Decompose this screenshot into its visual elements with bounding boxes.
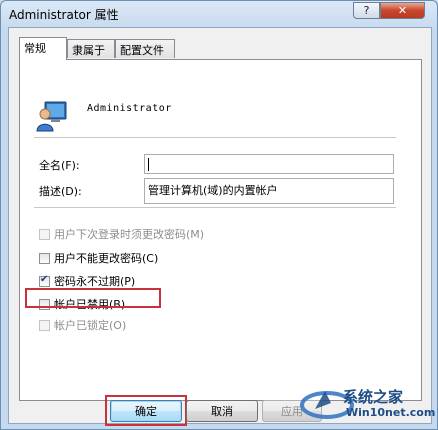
checkbox-label: 密码永不过期(P): [54, 275, 136, 288]
properties-dialog: Administrator 属性 ? ✕ 常规 隶属于 配置文件 Adminis…: [0, 0, 438, 430]
tab-profile[interactable]: 配置文件: [115, 39, 175, 58]
dialog-client-area: 常规 隶属于 配置文件 Administrator 全名(F): 描述(D): …: [8, 27, 432, 426]
user-account-icon: [36, 101, 67, 132]
checkbox-box: [39, 319, 50, 331]
checkbox-must-change-password: 用户下次登录时须更改密码(M): [39, 226, 204, 242]
help-button[interactable]: ?: [353, 2, 380, 19]
ok-button[interactable]: 确定: [110, 400, 182, 422]
general-tab-panel: Administrator 全名(F): 描述(D): 管理计算机(域)的内置帐…: [19, 59, 422, 401]
checkbox-label: 帐户已锁定(O): [54, 319, 127, 332]
close-button[interactable]: ✕: [380, 2, 425, 19]
watermark-url: Win10net.com: [346, 406, 436, 419]
description-input[interactable]: 管理计算机(域)的内置帐户: [144, 178, 394, 204]
checkbox-cannot-change-password[interactable]: 用户不能更改密码(C): [39, 250, 158, 266]
watermark-text: 系统之家: [343, 388, 404, 406]
checkbox-label: 用户不能更改密码(C): [54, 252, 159, 265]
description-value: 管理计算机(域)的内置帐户: [148, 184, 278, 197]
account-name: Administrator: [87, 103, 172, 114]
window-title: Administrator 属性: [9, 8, 119, 22]
checkbox-box: [39, 228, 50, 240]
text-caret: [148, 157, 149, 171]
cancel-button[interactable]: 取消: [186, 400, 258, 422]
fullname-input[interactable]: [144, 154, 394, 174]
tab-member-of[interactable]: 隶属于: [67, 39, 115, 58]
highlight-annotation: [25, 288, 161, 308]
checkbox-box[interactable]: [39, 252, 50, 264]
checkmark-icon: ✔: [40, 273, 49, 285]
separator: [34, 137, 396, 138]
fullname-label: 全名(F):: [39, 159, 80, 172]
tab-general[interactable]: 常规: [19, 37, 67, 60]
checkbox-password-never-expires[interactable]: ✔ 密码永不过期(P): [39, 273, 135, 289]
separator: [34, 207, 396, 208]
title-bar: Administrator 属性 ? ✕: [1, 1, 437, 27]
close-icon: ✕: [397, 4, 408, 17]
checkbox-account-locked: 帐户已锁定(O): [39, 317, 126, 333]
help-icon: ?: [363, 4, 370, 17]
description-label: 描述(D):: [39, 185, 82, 198]
checkbox-label: 用户下次登录时须更改密码(M): [54, 228, 205, 241]
checkbox-box[interactable]: ✔: [39, 273, 50, 287]
